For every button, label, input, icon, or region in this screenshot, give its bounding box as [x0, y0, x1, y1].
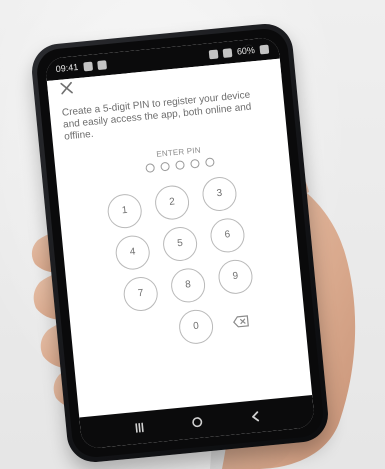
backspace-icon[interactable]: [232, 315, 249, 328]
notification-icon: [96, 59, 107, 70]
pin-dot: [204, 157, 215, 168]
numeric-keypad: 1 2 3 4 5 6 7 8 9 0: [101, 171, 278, 375]
photo-scene: 09:41 60% Create a 5-digit PIN to regist…: [0, 0, 385, 469]
key-2[interactable]: 2: [153, 184, 191, 222]
status-time: 09:41: [55, 61, 79, 75]
wifi-icon: [208, 49, 219, 59]
close-icon[interactable]: [59, 81, 74, 96]
back-icon[interactable]: [247, 409, 262, 424]
key-6[interactable]: 6: [208, 216, 247, 254]
pin-dots: [145, 157, 215, 173]
key-3[interactable]: 3: [200, 175, 239, 213]
battery-percent: 60%: [236, 44, 256, 57]
pin-dot: [145, 163, 156, 173]
key-4[interactable]: 4: [114, 234, 152, 272]
recent-apps-icon[interactable]: [132, 420, 147, 435]
key-0[interactable]: 0: [177, 308, 215, 346]
key-5[interactable]: 5: [161, 225, 199, 263]
pin-dot: [190, 158, 200, 169]
key-1[interactable]: 1: [106, 192, 144, 230]
battery-icon: [259, 44, 270, 54]
key-8[interactable]: 8: [169, 266, 207, 304]
key-9[interactable]: 9: [216, 258, 255, 296]
pin-prompt: Create a 5-digit PIN to register your de…: [61, 88, 270, 144]
smartphone: 09:41 60% Create a 5-digit PIN to regist…: [29, 21, 331, 465]
pin-label: ENTER PIN: [155, 145, 202, 159]
key-7[interactable]: 7: [122, 275, 160, 313]
notification-icon: [82, 61, 93, 71]
home-icon[interactable]: [190, 415, 205, 430]
signal-icon: [222, 47, 233, 58]
pin-dot: [175, 160, 185, 171]
pin-setup-content: Create a 5-digit PIN to register your de…: [61, 84, 301, 423]
pin-dot: [160, 161, 171, 172]
phone-screen: 09:41 60% Create a 5-digit PIN to regist…: [44, 36, 316, 450]
